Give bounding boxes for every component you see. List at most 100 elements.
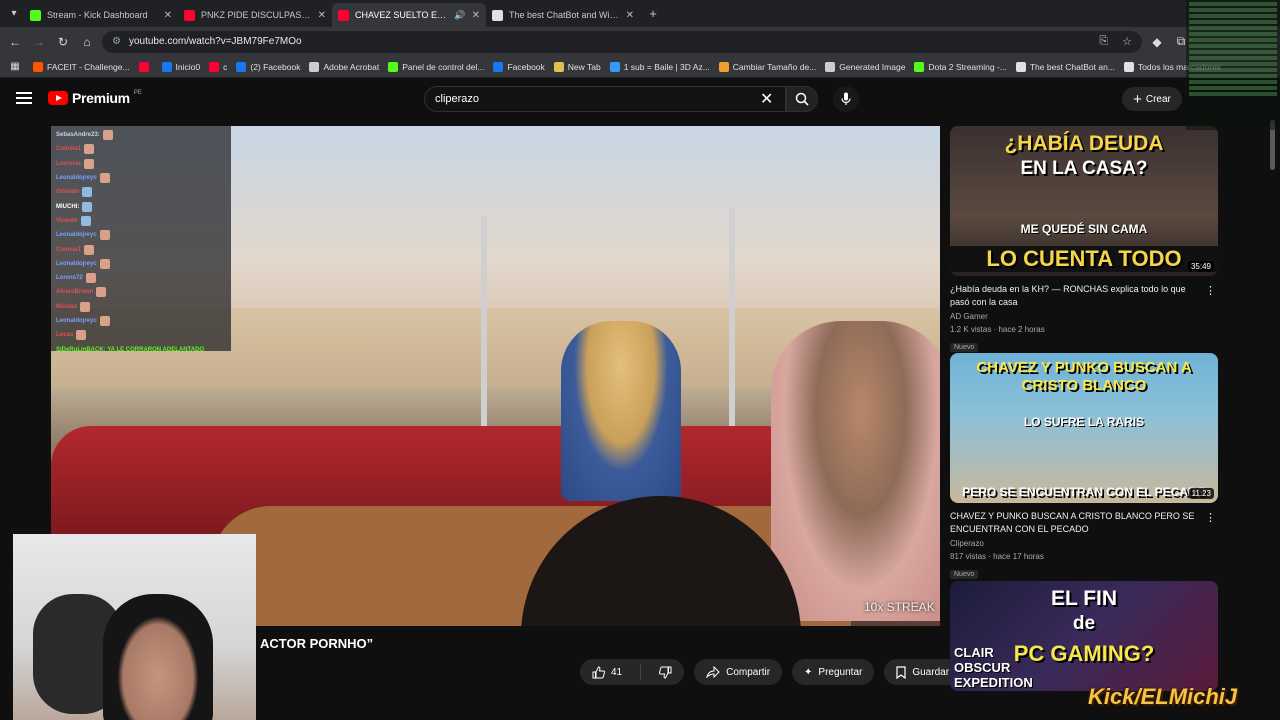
browser-tab[interactable]: PNKZ PIDE DISCULPAS A SU FA ✕ (178, 3, 332, 27)
bookmark-label: (2) Facebook (250, 61, 301, 72)
create-button[interactable]: + Crear (1122, 87, 1182, 111)
browser-tab[interactable]: Stream - Kick Dashboard ✕ (24, 3, 178, 27)
extension-icon[interactable]: ◆ (1148, 33, 1166, 51)
search-input[interactable]: cliperazo (424, 86, 786, 112)
chat-message: MIUCHI: (56, 199, 226, 213)
thumbnail-text: EL FIN (1050, 587, 1118, 610)
ask-button[interactable]: ✦ Preguntar (792, 659, 875, 685)
chat-username: Vicento (56, 217, 78, 224)
ask-label: Preguntar (818, 666, 863, 678)
bookmark-item[interactable]: c (209, 61, 227, 72)
reload-icon[interactable]: ↻ (54, 33, 72, 51)
tab-title: The best ChatBot and Widgets (509, 10, 620, 20)
tab-close-icon[interactable]: ✕ (318, 10, 326, 21)
mic-icon (841, 92, 851, 105)
clear-search-icon[interactable]: ✕ (760, 89, 773, 109)
bookmark-item[interactable]: 1 sub = Baile | 3D Az... (609, 61, 710, 72)
streamer-brand-overlay: Kick/ELMichiJ (1088, 684, 1238, 709)
tab-close-icon[interactable]: ✕ (472, 10, 480, 21)
video-thumbnail[interactable]: CHAVEZ Y PUNKO BUSCAN A CRISTO BLANCO PERO… (950, 353, 1218, 503)
bookmark-item[interactable]: Generated Image (825, 61, 905, 72)
chat-emote-icon (99, 258, 110, 269)
bookmark-item[interactable]: The best ChatBot an... (1015, 61, 1115, 72)
bookmark-item[interactable]: Inicio0 (161, 61, 200, 72)
browser-tab[interactable]: CHAVEZ SUELTO EN PLAZA 🔊 ✕ (332, 3, 486, 27)
like-button[interactable]: 41 (580, 659, 634, 685)
tab-search-icon[interactable]: ▾ (4, 4, 24, 24)
tab-favicon (184, 9, 195, 21)
bookmark-item[interactable]: Facebook (493, 61, 545, 72)
chat-username: Comsia1 (56, 246, 82, 253)
bookmark-item[interactable]: Cambiar Tamaño de... (718, 61, 816, 72)
search-button[interactable] (786, 86, 818, 112)
related-video-card[interactable]: CHAVEZ Y PUNKO BUSCAN A CRISTO BLANCO PERO… (950, 353, 1218, 581)
chat-emote-icon (76, 330, 87, 341)
chat-emote-icon (82, 201, 93, 212)
bookmark-item[interactable] (138, 61, 153, 72)
video-duration: 35:49 (1187, 261, 1214, 272)
bookmark-favicon (553, 61, 564, 72)
video-title-link[interactable]: CHAVEZ Y PUNKO BUSCAN A CRISTO BLANCO PE… (950, 510, 1200, 535)
voice-search-button[interactable] (833, 86, 859, 112)
new-badge: Nuevo (950, 570, 979, 579)
chat-emote-icon (84, 144, 95, 155)
chat-emote-icon (96, 287, 107, 298)
related-video-card[interactable]: ¿HABÍA DEUDA EN LA CASA? LO CUENTA TODO ME … (950, 126, 1218, 354)
chat-message: Leonaldojreyc (56, 228, 226, 242)
more-options-icon[interactable]: ⋮ (1205, 511, 1216, 524)
install-icon[interactable]: ⎘ (1099, 35, 1108, 48)
share-button[interactable]: Compartir (694, 659, 783, 685)
bookmark-star-icon[interactable]: ☆ (1122, 35, 1132, 48)
address-bar[interactable]: ⚙ youtube.com/watch?v=JBM79Fe7MOo ⎘ ☆ (102, 30, 1142, 53)
bookmark-favicon (609, 61, 620, 72)
bookmark-item[interactable]: Panel de control del... (388, 61, 485, 72)
forward-icon[interactable]: → (30, 33, 48, 51)
webcam-overlay (13, 534, 256, 720)
streak-label: 10x STREAK (864, 600, 935, 614)
video-scene-pole (481, 216, 487, 426)
menu-icon[interactable] (16, 92, 32, 104)
like-divider (640, 664, 642, 680)
video-info: ¿Había deuda en la KH? — RONCHAS explica… (950, 276, 1218, 354)
video-title-link[interactable]: ¿Había deuda en la KH? — RONCHAS explica… (950, 283, 1200, 308)
youtube-logo[interactable]: Premium PE (48, 90, 142, 106)
tab-title: PNKZ PIDE DISCULPAS A SU FA (201, 10, 312, 20)
browser-tab-bar: ▾ Stream - Kick Dashboard ✕ PNKZ PIDE DISC… (0, 0, 1280, 27)
chat-username: Lucrecia (56, 160, 81, 167)
chat-username: Leonaldojreyc (56, 318, 97, 324)
bookmark-favicon (161, 61, 172, 72)
bookmark-item[interactable]: New Tab (553, 61, 601, 72)
tab-audio-icon[interactable]: 🔊 (454, 10, 465, 21)
chat-message: Vicento (56, 214, 226, 228)
chat-message: SiDeRuLinBACK: YA LE CORRARON ADELANTADO (56, 342, 226, 351)
back-icon[interactable]: ← (6, 33, 24, 51)
channel-name[interactable]: AD Gamer (950, 311, 1200, 323)
new-tab-button[interactable]: + (644, 5, 662, 23)
video-thumbnail[interactable]: ¿HABÍA DEUDA EN LA CASA? LO CUENTA TODO ME … (950, 126, 1218, 276)
thumbnail-text: de (1072, 613, 1096, 634)
channel-name[interactable]: Cliperazo (950, 538, 1200, 550)
bookmark-favicon (309, 61, 320, 72)
chat-username: Lucas (56, 332, 74, 339)
more-options-icon[interactable]: ⋮ (1205, 284, 1216, 297)
chat-username: MIUCHI: (56, 203, 80, 210)
chat-message: Leonaldojreyc (56, 314, 226, 328)
home-icon[interactable]: ⌂ (78, 33, 96, 51)
tab-close-icon[interactable]: ✕ (626, 10, 634, 21)
site-info-icon[interactable]: ⚙ (112, 36, 121, 47)
bookmark-item[interactable]: (2) Facebook (236, 61, 301, 72)
chat-username: Nicolas (56, 303, 78, 310)
browser-tab[interactable]: The best ChatBot and Widgets ✕ (486, 3, 640, 27)
video-thumbnail[interactable]: EL FIN de PC GAMING? CLAIR OBSCUR EXPEDITIO… (950, 581, 1218, 691)
bookmark-label: Panel de control del... (402, 61, 485, 72)
bookmark-item[interactable]: Adobe Acrobat (309, 61, 379, 72)
dislike-button[interactable] (647, 659, 684, 685)
tab-close-icon[interactable]: ✕ (164, 10, 172, 21)
bookmark-item[interactable]: FACEIT - Challenge... (33, 61, 130, 72)
bookmark-favicon (138, 61, 149, 72)
bookmark-item[interactable]: Dota 2 Streaming -... (914, 61, 1007, 72)
chat-emote-icon (102, 130, 113, 141)
related-video-card[interactable]: EL FIN de PC GAMING? CLAIR OBSCUR EXPEDITIO… (950, 581, 1218, 691)
apps-grid-icon[interactable]: ▦ (6, 58, 24, 76)
chat-emote-icon (84, 244, 95, 255)
